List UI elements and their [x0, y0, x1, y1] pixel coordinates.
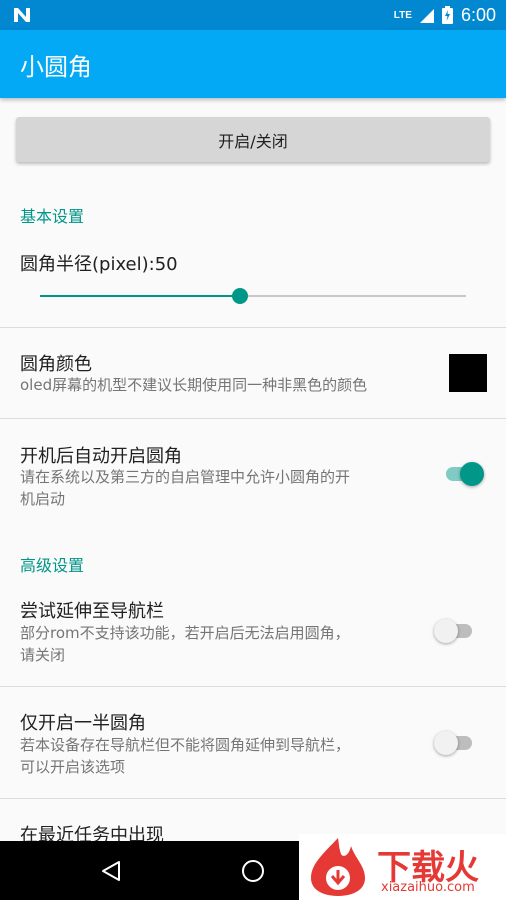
category-basic-settings: 基本设置 [20, 207, 85, 226]
watermark: 下载火 xiazaihuo.com [299, 834, 506, 900]
signal-icon [419, 9, 434, 23]
back-icon[interactable] [100, 860, 122, 882]
lte-indicator: LTE [393, 9, 412, 21]
category-advanced-settings: 高级设置 [20, 556, 85, 575]
half-corners-title: 仅开启一半圆角 [20, 713, 146, 734]
corner-radius-label: 圆角半径(pixel):50 [20, 254, 178, 275]
autostart-switch[interactable] [444, 459, 484, 489]
slider-fill [40, 295, 241, 297]
color-swatch[interactable] [449, 354, 487, 392]
battery-icon [441, 6, 453, 24]
status-time: 6:00 [460, 4, 496, 25]
corner-color-summary: oled屏幕的机型不建议长期使用同一种非黑色的颜色 [20, 376, 368, 394]
switch-thumb [434, 731, 458, 755]
half-corners-summary-line1: 若本设备存在导航栏但不能将圆角延伸到导航栏， [20, 736, 351, 754]
divider [0, 418, 506, 419]
android-n-icon [14, 8, 30, 22]
extend-navbar-summary-line2: 请关闭 [20, 646, 66, 664]
app-bar: 小圆角 [0, 30, 506, 98]
autostart-summary-line1: 请在系统以及第三方的自启管理中允许小圆角的开 [20, 468, 351, 486]
watermark-url: xiazaihuo.com [381, 880, 475, 895]
divider [0, 686, 506, 687]
divider [0, 798, 506, 799]
slider-thumb[interactable] [232, 288, 249, 304]
extend-navbar-title: 尝试延伸至导航栏 [20, 601, 164, 622]
half-corners-summary-line2: 可以开启该选项 [20, 758, 126, 776]
extend-navbar-switch[interactable] [434, 616, 474, 646]
home-icon[interactable] [241, 859, 265, 883]
flame-logo-icon [311, 838, 365, 896]
status-bar: LTE 6:00 [0, 0, 506, 30]
toggle-button[interactable]: 开启/关闭 [16, 117, 490, 162]
switch-thumb [434, 619, 458, 643]
app-title: 小圆角 [20, 53, 92, 81]
corner-radius-slider[interactable] [40, 288, 466, 304]
autostart-summary-line2: 机启动 [20, 490, 66, 508]
extend-navbar-summary-line1: 部分rom不支持该功能，若开启后无法启用圆角， [20, 624, 350, 642]
half-corners-switch[interactable] [434, 728, 474, 758]
switch-thumb [460, 462, 484, 486]
corner-color-title: 圆角颜色 [20, 354, 92, 375]
autostart-title: 开机后自动开启圆角 [20, 446, 182, 467]
divider [0, 327, 506, 328]
